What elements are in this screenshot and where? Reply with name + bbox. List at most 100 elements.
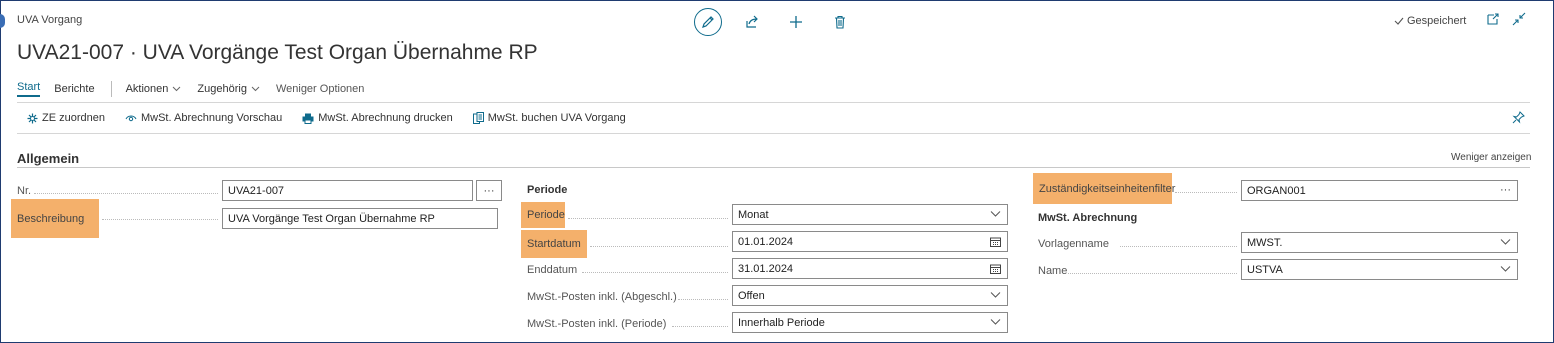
action-bar-divider xyxy=(110,81,112,97)
chevron-down-icon xyxy=(990,292,1001,298)
startdatum-value: 01.01.2024 xyxy=(738,235,794,248)
menu-aktionen-label: Aktionen xyxy=(125,83,169,95)
edit-button[interactable] xyxy=(694,8,722,36)
command-bar: ZE zuordnen MwSt. Abrechnung Vorschau Mw… xyxy=(27,112,646,124)
name-value: USTVA xyxy=(1247,263,1283,276)
share-icon xyxy=(746,15,758,28)
chevron-down-icon xyxy=(1500,266,1511,272)
pin-icon xyxy=(1512,111,1525,124)
ellipsis-icon[interactable]: ··· xyxy=(1500,184,1511,196)
eye-icon xyxy=(125,115,137,122)
section-title[interactable]: Allgemein xyxy=(17,151,79,166)
print-label: MwSt. Abrechnung drucken xyxy=(318,112,453,124)
tab-berichte[interactable]: Berichte xyxy=(54,83,94,95)
action-bar: Start Berichte Aktionen Zugehörig Wenige… xyxy=(17,81,364,97)
beschreibung-label-text: Beschreibung xyxy=(17,212,85,225)
ze-zuordnen-button[interactable]: ZE zuordnen xyxy=(27,112,105,124)
trash-icon xyxy=(835,15,845,29)
delete-button[interactable] xyxy=(826,8,854,36)
leader-dots xyxy=(1068,273,1237,274)
vorlagenname-label: Vorlagenname xyxy=(1038,238,1109,250)
ellipsis-icon: ··· xyxy=(483,184,495,197)
divider xyxy=(17,133,1530,134)
show-less-link[interactable]: Weniger anzeigen xyxy=(1451,152,1531,163)
leader-dots xyxy=(590,246,728,247)
printer-icon xyxy=(302,113,314,124)
nr-field[interactable]: UVA21-007 xyxy=(222,180,473,201)
periode-label: Periode xyxy=(521,202,565,228)
filter-label-text: Zuständigkeitseinheitenfilter xyxy=(1039,182,1176,195)
vorlagenname-select[interactable]: MWST. xyxy=(1241,232,1518,253)
enddatum-field[interactable]: 31.01.2024 xyxy=(732,258,1008,279)
leader-dots xyxy=(672,326,728,327)
enddatum-label: Enddatum xyxy=(527,264,578,276)
name-select[interactable]: USTVA xyxy=(1241,259,1518,280)
posten-periode-select[interactable]: Innerhalb Periode xyxy=(732,312,1008,333)
gear-burst-icon xyxy=(27,113,38,123)
post-button[interactable]: MwSt. buchen UVA Vorgang xyxy=(472,112,626,124)
startdatum-label-text: Startdatum xyxy=(527,238,581,250)
leader-dots xyxy=(102,219,218,220)
chevron-down-icon xyxy=(1500,239,1511,245)
post-document-icon xyxy=(472,112,484,124)
page-title: UVA21-007 · UVA Vorgänge Test Organ Über… xyxy=(17,41,538,64)
calendar-icon[interactable] xyxy=(990,264,1001,274)
preview-button[interactable]: MwSt. Abrechnung Vorschau xyxy=(125,112,282,124)
saved-status-text: Gespeichert xyxy=(1407,15,1467,27)
beschreibung-value: UVA Vorgänge Test Organ Übernahme RP xyxy=(228,212,435,225)
pencil-icon xyxy=(702,16,714,28)
beschreibung-field[interactable]: UVA Vorgänge Test Organ Übernahme RP xyxy=(222,208,498,229)
periode-group-title: Periode xyxy=(527,184,568,196)
periode-label-text: Periode xyxy=(527,209,565,221)
chevron-down-icon xyxy=(173,86,181,92)
print-button[interactable]: MwSt. Abrechnung drucken xyxy=(302,112,453,124)
posten-abgeschl-label: MwSt.-Posten inkl. (Abgeschl.) xyxy=(527,291,677,303)
post-label: MwSt. buchen UVA Vorgang xyxy=(487,112,626,124)
beschreibung-label: Beschreibung xyxy=(11,199,99,238)
open-new-window-icon[interactable] xyxy=(1486,12,1500,26)
top-toolbar xyxy=(694,8,854,36)
menu-zugehoerig-label: Zugehörig xyxy=(197,83,247,95)
periode-value: Monat xyxy=(738,208,769,221)
leader-dots xyxy=(582,272,728,273)
nr-label: Nr. xyxy=(17,185,32,197)
posten-periode-label: MwSt.-Posten inkl. (Periode) xyxy=(527,318,667,330)
calendar-icon[interactable] xyxy=(990,237,1001,247)
fewer-options-link[interactable]: Weniger Optionen xyxy=(276,83,364,95)
pin-button[interactable] xyxy=(1512,111,1525,129)
leader-dots xyxy=(568,218,728,219)
vorlagenname-value: MWST. xyxy=(1247,236,1283,249)
share-button[interactable] xyxy=(738,8,766,36)
posten-abgeschl-select[interactable]: Offen xyxy=(732,285,1008,306)
leader-dots xyxy=(1120,246,1237,247)
divider xyxy=(17,102,1530,103)
filter-field[interactable]: ORGAN001 ··· xyxy=(1241,180,1518,201)
tab-start[interactable]: Start xyxy=(17,81,41,97)
section-divider xyxy=(17,167,1530,168)
startdatum-field[interactable]: 01.01.2024 xyxy=(732,231,1008,252)
menu-zugehoerig[interactable]: Zugehörig xyxy=(197,83,260,95)
plus-icon xyxy=(790,16,802,28)
periode-select[interactable]: Monat xyxy=(732,204,1008,225)
posten-abgeschl-value: Offen xyxy=(738,289,765,302)
menu-aktionen[interactable]: Aktionen xyxy=(126,83,182,95)
startdatum-label: Startdatum xyxy=(521,230,587,258)
leader-dots xyxy=(678,299,728,300)
window-controls xyxy=(1486,12,1526,26)
chevron-down-icon xyxy=(990,319,1001,325)
preview-label: MwSt. Abrechnung Vorschau xyxy=(140,112,283,124)
nr-assist-button[interactable]: ··· xyxy=(476,180,502,201)
mwst-group-title: MwSt. Abrechnung xyxy=(1038,212,1138,224)
leader-dots xyxy=(34,193,218,194)
enddatum-value: 31.01.2024 xyxy=(738,262,794,275)
chevron-down-icon xyxy=(990,211,1001,217)
new-button[interactable] xyxy=(782,8,810,36)
page-type-label: UVA Vorgang xyxy=(17,14,83,26)
collapse-icon[interactable] xyxy=(1512,12,1526,26)
saved-status: Gespeichert xyxy=(1394,15,1466,27)
ze-zuordnen-label: ZE zuordnen xyxy=(42,112,105,124)
filter-value: ORGAN001 xyxy=(1247,184,1306,197)
nr-value: UVA21-007 xyxy=(228,184,285,197)
filter-label: Zuständigkeitseinheitenfilter xyxy=(1033,173,1176,204)
checkmark-icon xyxy=(1394,17,1404,25)
